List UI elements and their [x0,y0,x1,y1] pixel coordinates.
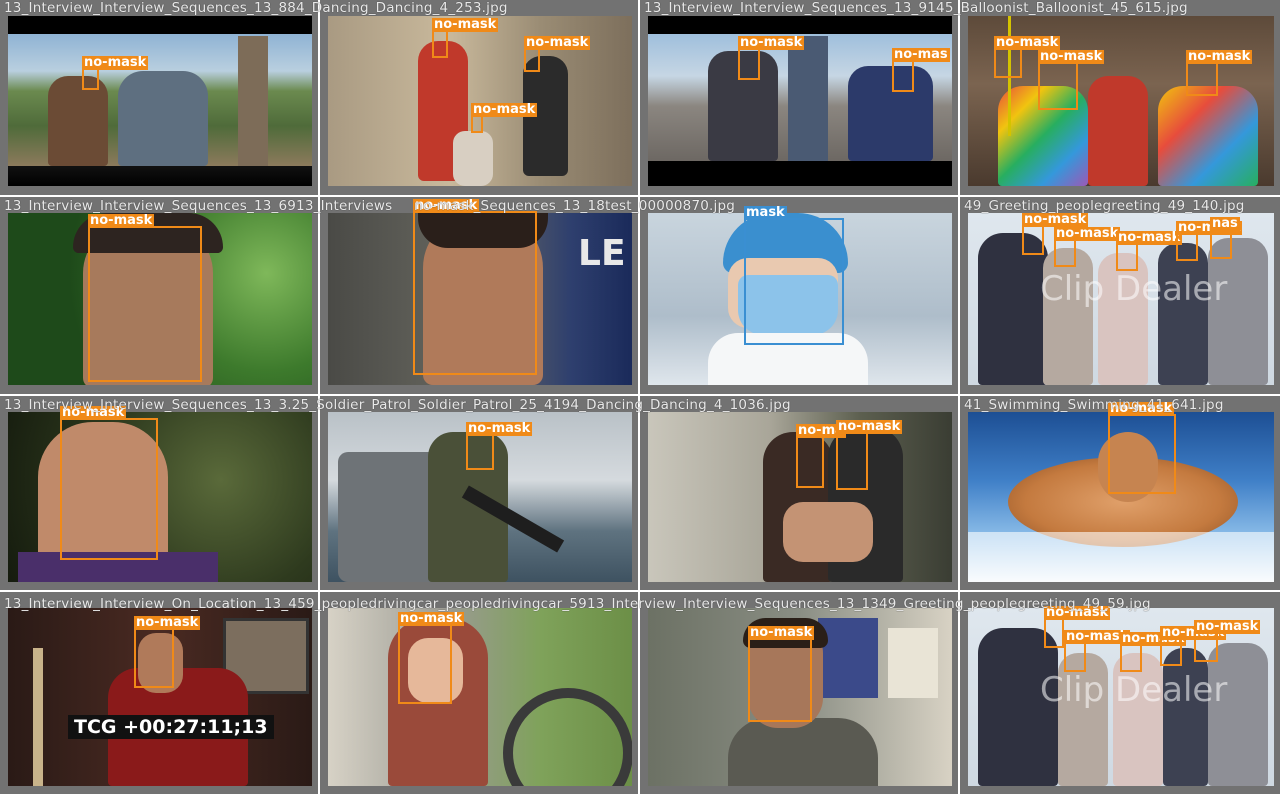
filename-row-2b: no-mask_Sequences_13_18test_00000870.jpg [414,198,736,214]
detection-box: no-mask [994,36,1061,78]
scene-image [8,412,312,582]
detection-label: no-mask [432,17,499,32]
detection-label: no-mask [1194,619,1261,634]
detection-box: no-mask [738,36,805,80]
detection-box: no-mask [134,616,201,688]
tile-16: Clip Dealer no-mask no-mask no-mask no-m… [960,592,1280,794]
timecode-overlay: TCG +00:27:11;13 [68,715,274,739]
detection-box: no-mask [471,103,538,133]
tile-6: LE no-mask [320,197,638,394]
detection-box: no-mas [892,48,950,92]
tile-5: no-mask [0,197,318,394]
detection-box: no-mask [748,626,815,722]
detection-label: no-mask [836,419,903,434]
detection-label: no-mask [134,615,201,630]
tile-4: no-mask no-mask no-mask [960,0,1280,195]
detection-box: mask [744,206,844,345]
detection-label: no-mask [398,611,465,626]
detection-box: no-mask [413,199,537,375]
tile-8: Clip Dealer no-mask no-mask no-mask no-m… [960,197,1280,394]
tile-10: no-mask [320,396,638,590]
tile-9: no-mask [0,396,318,590]
detection-grid: no-mask no-mask no-mask no-mask no-mask … [0,0,1280,794]
detection-box: no-mask [1194,620,1261,662]
filename-row-3a: 13_Interview_Interview_Sequences_13_3.25… [4,397,791,413]
detection-label: no-mask [738,35,805,50]
detection-label: no-mask [994,35,1061,50]
tile-15: no-mask [640,592,958,794]
detection-box: no-mask [466,422,533,470]
detection-box: no-mask [1022,213,1089,255]
detection-box: no-mask [60,406,158,560]
detection-box: no-mask [1044,606,1111,648]
detection-label: no-mask [524,35,591,50]
filename-row-1a: 13_Interview_Interview_Sequences_13_884_… [4,0,508,16]
detection-label: no-mask [88,213,155,228]
detection-label: no-mask [471,102,538,117]
filename-row-3b: 41_Swimming_Swimming_41_641.jpg [964,397,1224,413]
detection-label: nas [1210,216,1240,231]
detection-label: no-mask [466,421,533,436]
detection-box: no-mask [1120,632,1187,672]
detection-box: no-ma [796,424,846,488]
scene-image [8,16,312,186]
filename-row-4a: 13_Interview_Interview_On_Location_13_45… [4,596,1151,612]
filename-row-2a: 13_Interview_Interview_Sequences_13_6913… [4,198,393,214]
detection-box: no-mask [1176,221,1243,261]
detection-label: no-mask [1054,226,1121,241]
detection-box: no-mask [1108,402,1176,494]
detection-label: no-mask [82,55,149,70]
detection-label: no-mask [748,625,815,640]
detection-label: no-mask [1116,230,1183,245]
detection-label: no-mask [1022,212,1089,227]
detection-box: no-mask [1116,231,1183,271]
tile-14: no-mask [320,592,638,794]
detection-box: no-mask [1160,626,1227,666]
tile-7: mask [640,197,958,394]
filename-row-1b: 13_Interview_Interview_Sequences_13_9145… [644,0,1188,16]
detection-box: no-mask [1038,50,1105,110]
detection-box: no-mask [88,214,202,382]
tile-12: no-mask [960,396,1280,590]
tile-2: no-mask no-mask no-mask [320,0,638,195]
detection-box: no-mask [836,420,903,490]
tile-11: no-ma no-mask [640,396,958,590]
detection-box: no-mask [398,612,465,704]
detection-label: no-mask [1038,49,1105,64]
scene-image [328,608,632,786]
tile-3: no-mask no-mas [640,0,958,195]
watermark: Clip Dealer [1040,269,1228,309]
detection-box: no-mask [1186,50,1253,96]
detection-box: no-mask [1064,630,1131,672]
detection-box: no-mask [432,18,499,58]
detection-label: mask [744,205,787,220]
filename-row-2c: 49_Greeting_peoplegreeting_49_140.jpg [964,198,1245,214]
tile-1: no-mask [0,0,318,195]
detection-box: nas [1210,217,1240,259]
detection-label: no-mask [1186,49,1253,64]
detection-box: no-mask [524,36,591,72]
tile-13: TCG +00:27:11;13 no-mask [0,592,318,794]
detection-box: no-mask [82,56,149,90]
detection-label: no-mas [892,47,950,62]
watermark: Clip Dealer [1040,670,1228,710]
detection-box: no-mask [1054,227,1121,267]
